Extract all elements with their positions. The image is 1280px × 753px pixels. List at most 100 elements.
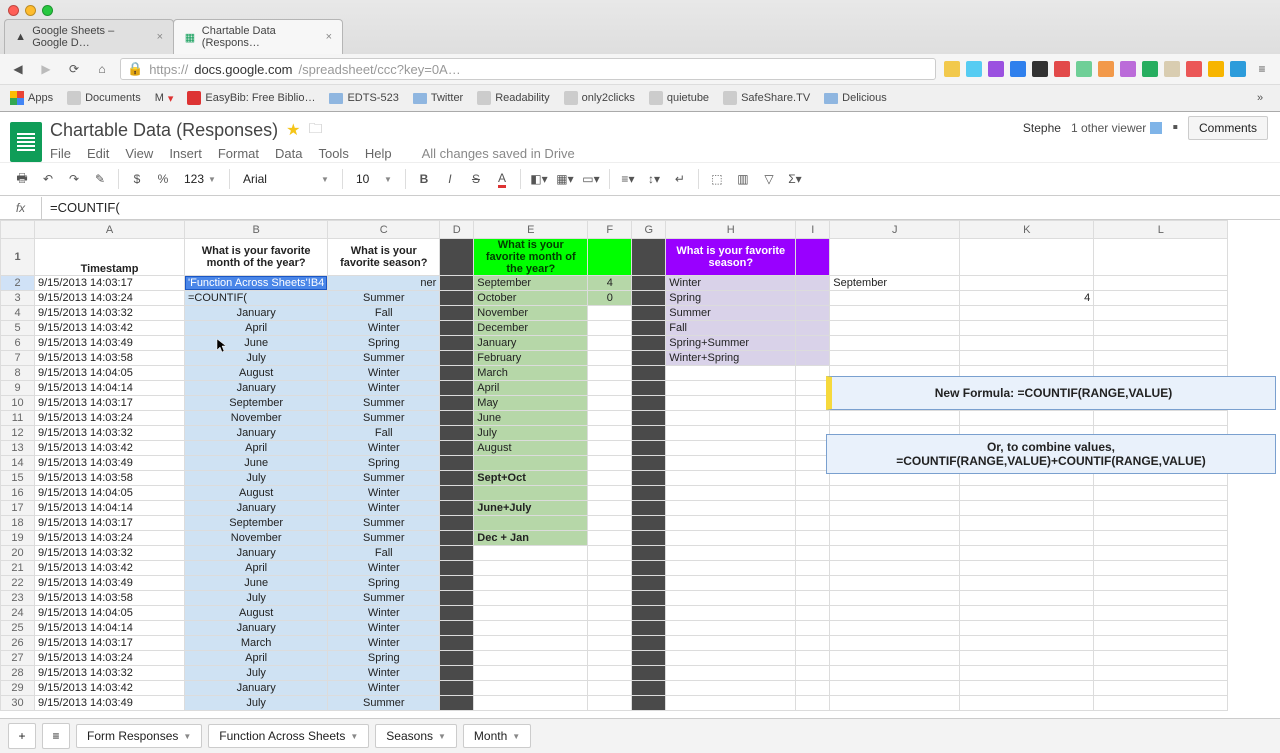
cell[interactable] [588, 531, 632, 546]
sheet-tab[interactable]: Form Responses▼ [76, 724, 202, 748]
bookmark-item[interactable]: EasyBib: Free Biblio… [187, 91, 315, 105]
cell[interactable] [474, 636, 588, 651]
comments-button[interactable]: Comments [1188, 116, 1268, 140]
cell[interactable]: 9/15/2013 14:03:17 [35, 276, 185, 291]
undo-button[interactable]: ↶ [36, 167, 60, 191]
document-title[interactable]: Chartable Data (Responses) [50, 120, 278, 141]
cell[interactable] [632, 471, 666, 486]
sheets-logo-icon[interactable] [10, 122, 42, 162]
viewer-indicator[interactable]: 1 other viewer [1071, 121, 1162, 135]
cell[interactable] [440, 561, 474, 576]
row-header[interactable]: 30 [1, 696, 35, 711]
cell[interactable] [666, 636, 796, 651]
column-header[interactable]: J [830, 221, 960, 239]
ext-icon[interactable] [1120, 61, 1136, 77]
cell[interactable] [440, 321, 474, 336]
cell[interactable] [1094, 546, 1228, 561]
cell[interactable] [440, 411, 474, 426]
bookmark-item[interactable]: M ▾ [155, 92, 174, 105]
close-tab-icon[interactable]: × [157, 31, 163, 43]
cell[interactable] [632, 381, 666, 396]
ext-icon[interactable] [1098, 61, 1114, 77]
row-header[interactable]: 13 [1, 441, 35, 456]
cell[interactable] [796, 636, 830, 651]
cell[interactable] [440, 291, 474, 306]
ext-icon[interactable] [988, 61, 1004, 77]
star-icon[interactable]: ★ [286, 120, 300, 140]
cell[interactable] [796, 336, 830, 351]
cell[interactable] [474, 666, 588, 681]
cell[interactable] [588, 411, 632, 426]
cell[interactable] [440, 666, 474, 681]
cell[interactable] [632, 336, 666, 351]
cell[interactable]: April [185, 441, 328, 456]
cell[interactable] [796, 321, 830, 336]
cell[interactable] [632, 456, 666, 471]
functions-button[interactable]: Σ▾ [783, 167, 807, 191]
font-size-select[interactable]: 10▼ [349, 167, 399, 191]
cell[interactable] [960, 681, 1094, 696]
cell[interactable]: Sept+Oct [474, 471, 588, 486]
cell[interactable] [474, 681, 588, 696]
cell[interactable] [830, 696, 960, 711]
cell[interactable] [830, 486, 960, 501]
cell[interactable] [440, 606, 474, 621]
cell[interactable]: 9/15/2013 14:03:32 [35, 306, 185, 321]
cell[interactable]: Summer [328, 591, 440, 606]
cell[interactable] [588, 321, 632, 336]
ext-icon[interactable] [1076, 61, 1092, 77]
formula-input[interactable]: =COUNTIF( [42, 196, 1280, 219]
cell[interactable] [588, 441, 632, 456]
cell[interactable] [666, 456, 796, 471]
cell[interactable] [588, 396, 632, 411]
merge-button[interactable]: ▭▾ [579, 167, 603, 191]
cell[interactable]: Summer [328, 696, 440, 711]
ext-icon[interactable] [1142, 61, 1158, 77]
row-header[interactable]: 8 [1, 366, 35, 381]
cell[interactable] [830, 531, 960, 546]
cell[interactable] [1094, 486, 1228, 501]
bookmark-item[interactable]: only2clicks [564, 91, 635, 105]
cell[interactable] [632, 441, 666, 456]
column-header[interactable]: C [328, 221, 440, 239]
bookmark-item[interactable]: Documents [67, 91, 141, 105]
cell[interactable]: Summer [328, 471, 440, 486]
cell[interactable] [440, 351, 474, 366]
cell[interactable]: June [185, 576, 328, 591]
sheet-tab[interactable]: Seasons▼ [375, 724, 457, 748]
column-header[interactable]: L [1094, 221, 1228, 239]
cell[interactable] [588, 456, 632, 471]
cell[interactable]: 9/15/2013 14:03:42 [35, 681, 185, 696]
cell[interactable]: 9/15/2013 14:03:32 [35, 426, 185, 441]
cell[interactable] [632, 321, 666, 336]
cell[interactable] [666, 426, 796, 441]
cell[interactable] [440, 681, 474, 696]
cell[interactable] [960, 636, 1094, 651]
select-all-button[interactable] [1, 221, 35, 239]
cell[interactable]: May [474, 396, 588, 411]
cell[interactable] [830, 306, 960, 321]
menu-tools[interactable]: Tools [318, 146, 348, 161]
cell[interactable]: June [185, 336, 328, 351]
cell[interactable] [666, 606, 796, 621]
cell[interactable] [666, 441, 796, 456]
close-tab-icon[interactable]: × [326, 31, 332, 43]
cell[interactable] [588, 381, 632, 396]
cell[interactable] [666, 516, 796, 531]
cell[interactable]: 9/15/2013 14:03:49 [35, 696, 185, 711]
sheet-tab[interactable]: Month▼ [463, 724, 531, 748]
cell[interactable]: January [474, 336, 588, 351]
cell[interactable] [796, 516, 830, 531]
ext-icon[interactable] [944, 61, 960, 77]
column-header[interactable]: K [960, 221, 1094, 239]
cell[interactable]: 9/15/2013 14:03:17 [35, 636, 185, 651]
cell[interactable]: 9/15/2013 14:03:17 [35, 396, 185, 411]
cell[interactable] [440, 636, 474, 651]
cell[interactable] [666, 621, 796, 636]
cell[interactable] [666, 531, 796, 546]
cell[interactable]: Timestamp [35, 239, 185, 276]
cell[interactable] [830, 606, 960, 621]
cell[interactable]: 9/15/2013 14:04:14 [35, 621, 185, 636]
cell[interactable] [666, 486, 796, 501]
cell[interactable]: 9/15/2013 14:03:42 [35, 561, 185, 576]
